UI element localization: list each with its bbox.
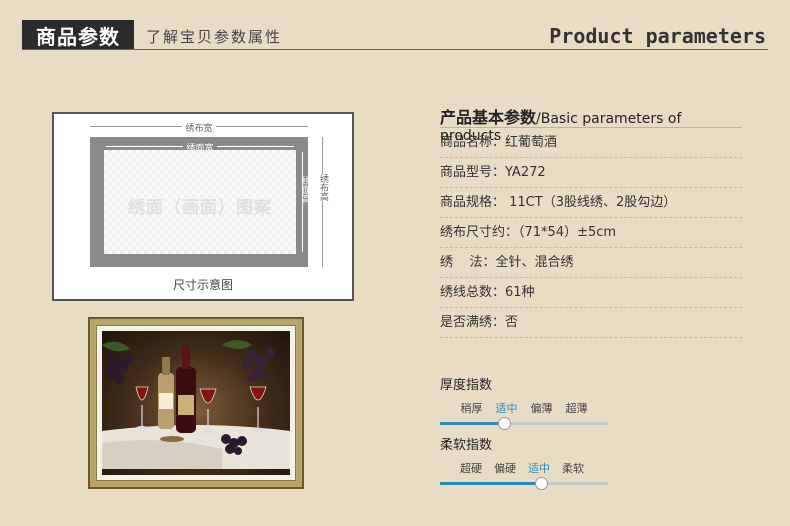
softness-index: 柔软指数 超硬 偏硬 适中 柔软 <box>440 434 610 490</box>
section-english-title: Product parameters <box>549 24 766 48</box>
parameter-title: 产品基本参数/Basic parameters of products <box>440 102 742 144</box>
thickness-index: 厚度指数 稍厚 适中 偏薄 超薄 <box>440 374 610 430</box>
face-height-label: 绣面高 <box>300 176 310 203</box>
section-subtitle: 了解宝贝参数属性 <box>146 28 283 46</box>
softness-option: 柔软 <box>562 462 584 475</box>
softness-option: 超硬 <box>460 462 482 475</box>
diagram-caption: 尺寸示意图 <box>172 278 233 292</box>
thickness-option: 偏薄 <box>530 402 553 415</box>
thickness-slider-knob <box>498 417 511 430</box>
thickness-title: 厚度指数 <box>440 378 493 393</box>
param-row-full-stitch: 是否满绣：否 <box>440 308 742 338</box>
thickness-option: 超薄 <box>565 402 588 415</box>
thickness-options: 稍厚 适中 偏薄 超薄 <box>440 400 610 416</box>
cloth-height-label: 绣布高 <box>318 174 328 201</box>
softness-options: 超硬 偏硬 适中 柔软 <box>440 460 610 476</box>
size-diagram: 绣布宽 绣面宽 绣面（画面）图案 绣面高 绣布高 尺寸示意图 <box>52 112 354 301</box>
section-badge: 商品参数 <box>22 20 134 50</box>
softness-slider-knob <box>535 477 548 490</box>
wine-painting <box>102 331 290 475</box>
softness-option: 适中 <box>528 462 550 475</box>
param-row-name: 商品名称：红葡萄酒 <box>440 128 742 158</box>
wine-illustration <box>102 340 290 469</box>
thickness-option: 适中 <box>495 402 518 415</box>
param-row-spec: 商品规格： 11CT（3股线绣、2股勾边） <box>440 188 742 218</box>
cloth-height-arrow <box>322 137 323 267</box>
softness-title: 柔软指数 <box>440 438 493 453</box>
softness-slider-fill <box>440 482 541 485</box>
softness-slider-track <box>440 477 608 490</box>
param-row-model: 商品型号：YA272 <box>440 158 742 188</box>
header: 商品参数 了解宝贝参数属性 Product parameters <box>0 0 790 56</box>
face-watermark: 绣面（画面）图案 <box>128 198 272 218</box>
product-image <box>88 317 304 489</box>
thickness-option: 稍厚 <box>460 402 483 415</box>
header-divider <box>22 49 768 50</box>
parameter-title-cn: 产品基本参数 <box>440 108 537 127</box>
softness-option: 偏硬 <box>494 462 516 475</box>
param-row-size: 绣布尺寸约：（71*54）±5cm <box>440 218 742 248</box>
cloth-width-label: 绣布宽 <box>90 121 308 134</box>
product-mat <box>96 325 296 481</box>
thickness-slider-track <box>440 417 608 430</box>
param-row-thread-count: 绣线总数：61种 <box>440 278 742 308</box>
parameter-list: 产品基本参数/Basic parameters of products 商品名称… <box>440 102 742 338</box>
thickness-slider-fill <box>440 422 504 425</box>
param-row-method: 绣 法：全针、混合绣 <box>440 248 742 278</box>
